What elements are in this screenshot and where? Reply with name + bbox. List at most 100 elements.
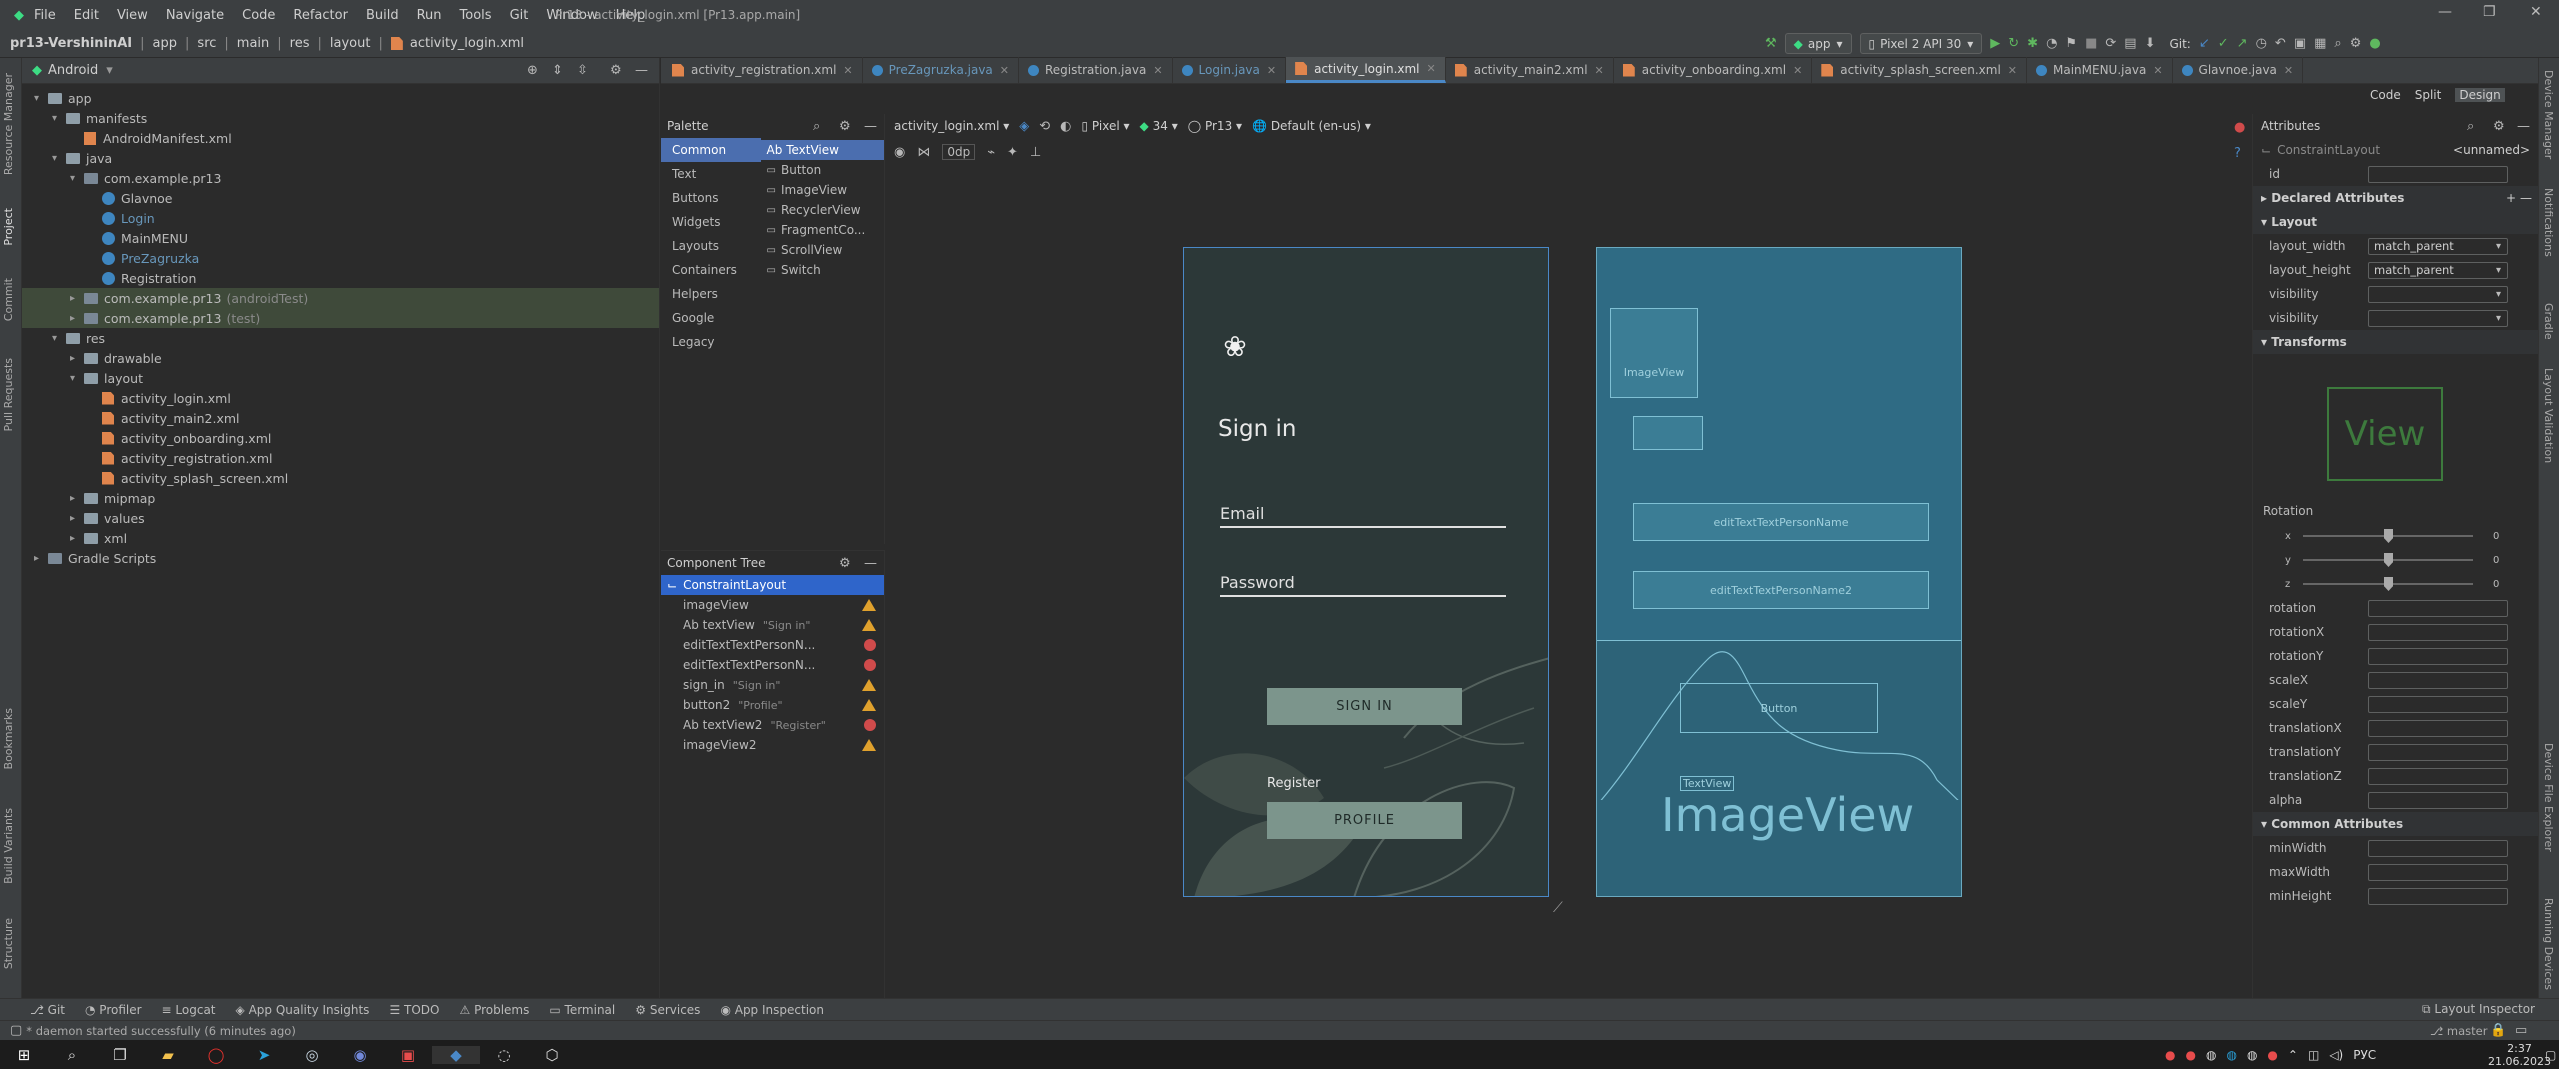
settings-icon[interactable]: ⚙ — [2350, 36, 2362, 51]
design-preview-screen[interactable]: ❀ Sign in Email Password SIGN IN Registe… — [1183, 247, 1549, 897]
component-tree-item[interactable]: editTextTextPersonN... — [661, 635, 884, 655]
project-tree-item[interactable]: Glavnoe — [22, 188, 659, 208]
layout-file-select[interactable]: activity_login.xml ▾ — [894, 119, 1009, 133]
attr-input[interactable] — [2368, 839, 2508, 857]
locate-icon[interactable]: ⊕ — [527, 63, 538, 78]
attr-input[interactable] — [2368, 599, 2508, 617]
steam-icon[interactable]: ◎ — [288, 1046, 336, 1064]
side-tab-running-devices[interactable]: Running Devices — [2542, 898, 2555, 990]
tray-app-icon-5[interactable]: ◍ — [2247, 1048, 2257, 1062]
palette-item[interactable]: ▭ FragmentCo... — [761, 220, 884, 240]
project-tree-item[interactable]: ▾ manifests — [22, 108, 659, 128]
profile-button[interactable]: PROFILE — [1267, 802, 1462, 839]
palette-item[interactable]: ▭ RecyclerView — [761, 200, 884, 220]
editor-tab[interactable]: Glavnoe.java ✕ — [2173, 57, 2304, 83]
gear-icon[interactable]: ⚙ — [2493, 119, 2505, 134]
search-icon[interactable]: ⌕ — [48, 1046, 96, 1064]
slider-thumb[interactable] — [2384, 529, 2393, 543]
git-branch[interactable]: ⎇ master — [2430, 1024, 2487, 1038]
project-view-select[interactable]: Android — [48, 63, 98, 78]
warning-icon[interactable] — [862, 699, 876, 711]
blueprint-preview[interactable]: ImageView editTextTextPersonName editTex… — [1596, 247, 1962, 897]
tool-app-quality[interactable]: ◈ App Quality Insights — [236, 1003, 370, 1017]
tray-app-icon-4[interactable]: ◍ — [2226, 1048, 2236, 1062]
breadcrumb-app[interactable]: app — [153, 36, 177, 51]
blueprint-edit-text-2[interactable]: editTextTextPersonName2 — [1633, 571, 1929, 609]
chevron-down-icon[interactable]: ▾ — [52, 153, 66, 164]
component-tree-item[interactable]: imageView — [661, 595, 884, 615]
error-icon[interactable] — [864, 639, 876, 651]
tool-todo[interactable]: ☰ TODO — [389, 1003, 439, 1017]
project-tree-item[interactable]: ▾ res — [22, 328, 659, 348]
palette-item[interactable]: ▭ Button — [761, 160, 884, 180]
project-tree-item[interactable]: ▸ drawable — [22, 348, 659, 368]
attr-input[interactable] — [2368, 695, 2508, 713]
error-icon[interactable]: ● — [2234, 120, 2245, 135]
breadcrumb-file[interactable]: activity_login.xml — [410, 36, 524, 51]
gear-icon[interactable]: ⚙ — [839, 119, 851, 134]
hammer-icon[interactable]: ⚒ — [1765, 36, 1777, 51]
register-link[interactable]: Register — [1267, 776, 1321, 791]
editor-tab[interactable]: activity_splash_screen.xml ✕ — [1812, 57, 2027, 83]
app-icon[interactable]: ▣ — [384, 1046, 432, 1064]
discord-icon[interactable]: ◉ — [336, 1046, 384, 1064]
chevron-down-icon[interactable]: ▾ — [2496, 241, 2501, 252]
close-tab-icon[interactable]: ✕ — [1595, 64, 1604, 77]
editor-tab[interactable]: activity_onboarding.xml ✕ — [1614, 57, 1813, 83]
menu-code[interactable]: Code — [242, 8, 275, 23]
editor-tab[interactable]: Login.java ✕ — [1173, 57, 1287, 83]
palette-category[interactable]: Helpers — [661, 282, 761, 306]
blueprint-textview-small[interactable] — [1633, 416, 1703, 450]
minimize-icon[interactable]: — — [2438, 4, 2452, 20]
component-tree-item[interactable]: editTextTextPersonN... — [661, 655, 884, 675]
tool-terminal[interactable]: ▭ Terminal — [549, 1003, 615, 1017]
keyboard-language[interactable]: РУС — [2353, 1048, 2376, 1062]
side-tab-device-file-explorer[interactable]: Device File Explorer — [2542, 743, 2555, 852]
view-mode-design[interactable]: Design — [2455, 88, 2505, 102]
breadcrumb-main[interactable]: main — [237, 36, 269, 51]
infer-constraints-icon[interactable]: ✦ — [1007, 145, 1018, 160]
locale-select[interactable]: 🌐 Default (en-us) ▾ — [1252, 119, 1371, 133]
close-tab-icon[interactable]: ✕ — [1267, 64, 1276, 77]
palette-category[interactable]: Common — [661, 138, 761, 162]
palette-item[interactable]: Ab TextView — [760, 140, 884, 160]
attr-input[interactable] — [2368, 623, 2508, 641]
theme-select[interactable]: ◯ Pr13 ▾ — [1188, 119, 1242, 133]
tray-app-icon-2[interactable]: ● — [2185, 1048, 2195, 1062]
project-tree-item[interactable]: MainMENU — [22, 228, 659, 248]
project-tree-item[interactable]: activity_splash_screen.xml — [22, 468, 659, 488]
menu-git[interactable]: Git — [510, 8, 529, 23]
project-tree-item[interactable]: ▸ com.example.pr13 (test) — [22, 308, 659, 328]
component-tree-item[interactable]: Ab textView "Sign in" — [661, 615, 884, 635]
remove-attribute-icon[interactable]: — — [2520, 191, 2532, 205]
email-field[interactable]: Email — [1220, 504, 1506, 528]
warning-icon[interactable] — [862, 599, 876, 611]
editor-tab[interactable]: activity_registration.xml ✕ — [663, 57, 863, 83]
attr-id-input[interactable] — [2368, 165, 2508, 183]
chevron-right-icon[interactable]: ▸ — [70, 533, 84, 544]
close-tab-icon[interactable]: ✕ — [843, 64, 852, 77]
component-tree-item[interactable]: imageView2 — [661, 735, 884, 755]
palette-category[interactable]: Text — [661, 162, 761, 186]
attr-input[interactable] — [2368, 743, 2508, 761]
avatar-icon[interactable]: ● — [2369, 36, 2380, 51]
palette-category[interactable]: Containers — [661, 258, 761, 282]
search-icon[interactable]: ⌕ — [2467, 119, 2474, 134]
menu-tools[interactable]: Tools — [460, 8, 492, 23]
chevron-down-icon[interactable]: ▾ — [106, 63, 113, 78]
palette-item[interactable]: ▭ ScrollView — [761, 240, 884, 260]
section-layout[interactable]: ▾ Layout — [2253, 210, 2538, 234]
project-tree-item[interactable]: ▸ values — [22, 508, 659, 528]
git-update-icon[interactable]: ↙ — [2199, 36, 2210, 51]
rerun-icon[interactable]: ↻ — [2008, 36, 2019, 51]
stop-icon[interactable]: ■ — [2085, 36, 2097, 51]
close-icon[interactable]: ✕ — [2530, 4, 2542, 20]
tool-logcat[interactable]: ≡ Logcat — [162, 1003, 216, 1017]
attr-dropdown[interactable] — [2368, 309, 2508, 327]
project-tree-item[interactable]: activity_registration.xml — [22, 448, 659, 468]
attr-input[interactable] — [2368, 791, 2508, 809]
chevron-down-icon[interactable]: ▾ — [52, 113, 66, 124]
menu-refactor[interactable]: Refactor — [293, 8, 348, 23]
chevron-right-icon[interactable]: ▸ — [70, 493, 84, 504]
margin-select[interactable]: 0dp — [942, 144, 976, 160]
